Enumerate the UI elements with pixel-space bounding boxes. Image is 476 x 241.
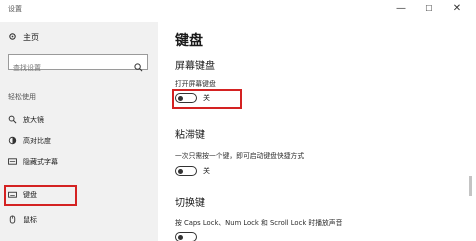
sticky-keys-toggle[interactable] <box>175 166 197 176</box>
gear-icon <box>8 32 17 43</box>
sidebar-item-mouse[interactable]: 鼠标 <box>8 213 37 227</box>
main-content: 键盘 屏幕键盘 打开屏幕键盘 关 粘滞键 一次只需按一个键，即可启动键盘快捷方式… <box>158 22 476 241</box>
home-label: 主页 <box>23 33 39 42</box>
sidebar-item-captions[interactable]: 隐藏式字幕 <box>8 155 58 169</box>
sidebar-item-label: 放大镜 <box>23 116 44 124</box>
sticky-keys-toggle-state: 关 <box>203 167 210 175</box>
mouse-icon <box>8 214 17 226</box>
sidebar-item-label: 隐藏式字幕 <box>23 158 58 166</box>
sidebar-item-label: 高对比度 <box>23 137 51 145</box>
sidebar-item-label: 鼠标 <box>23 216 37 224</box>
scrollbar-thumb[interactable] <box>469 176 472 196</box>
search-icon[interactable] <box>134 57 143 76</box>
window-title: 设置 <box>8 5 22 13</box>
osk-description: 打开屏幕键盘 <box>175 80 216 88</box>
highlight-box-keyboard <box>4 185 77 206</box>
sidebar-item-high-contrast[interactable]: 高对比度 <box>8 134 51 148</box>
section-label: 轻松使用 <box>8 93 36 101</box>
maximize-button[interactable]: ☐ <box>420 2 438 16</box>
highlight-box-osk-toggle <box>172 89 242 109</box>
sticky-keys-description: 一次只需按一个键，即可启动键盘快捷方式 <box>175 152 305 160</box>
close-button[interactable]: ✕ <box>448 2 466 16</box>
sidebar-home[interactable]: 主页 <box>8 32 39 43</box>
toggle-keys-toggle-row <box>175 232 197 241</box>
sticky-keys-toggle-row: 关 <box>175 166 210 176</box>
magnifier-icon <box>8 115 17 126</box>
toggle-keys-description: 按 Caps Lock、Num Lock 和 Scroll Lock 时播放声音 <box>175 219 343 227</box>
toggle-knob <box>178 234 183 240</box>
toggle-knob <box>178 168 183 174</box>
captions-icon <box>8 157 17 168</box>
search-input[interactable] <box>9 61 127 75</box>
toggle-keys-toggle[interactable] <box>175 232 197 241</box>
toggle-keys-heading: 切换键 <box>175 198 205 209</box>
minimize-button[interactable]: — <box>392 2 410 16</box>
scrollbar[interactable] <box>468 48 472 196</box>
sidebar-item-magnifier[interactable]: 放大镜 <box>8 113 44 127</box>
contrast-icon <box>8 136 17 147</box>
search-box[interactable] <box>8 54 148 75</box>
sidebar: 主页 轻松使用 放大镜 高对比度 隐藏式字幕 键盘 <box>0 22 158 241</box>
osk-heading: 屏幕键盘 <box>175 61 215 72</box>
page-title: 键盘 <box>175 33 203 49</box>
sticky-keys-heading: 粘滞键 <box>175 130 205 141</box>
title-bar: 设置 — ☐ ✕ <box>0 0 476 22</box>
